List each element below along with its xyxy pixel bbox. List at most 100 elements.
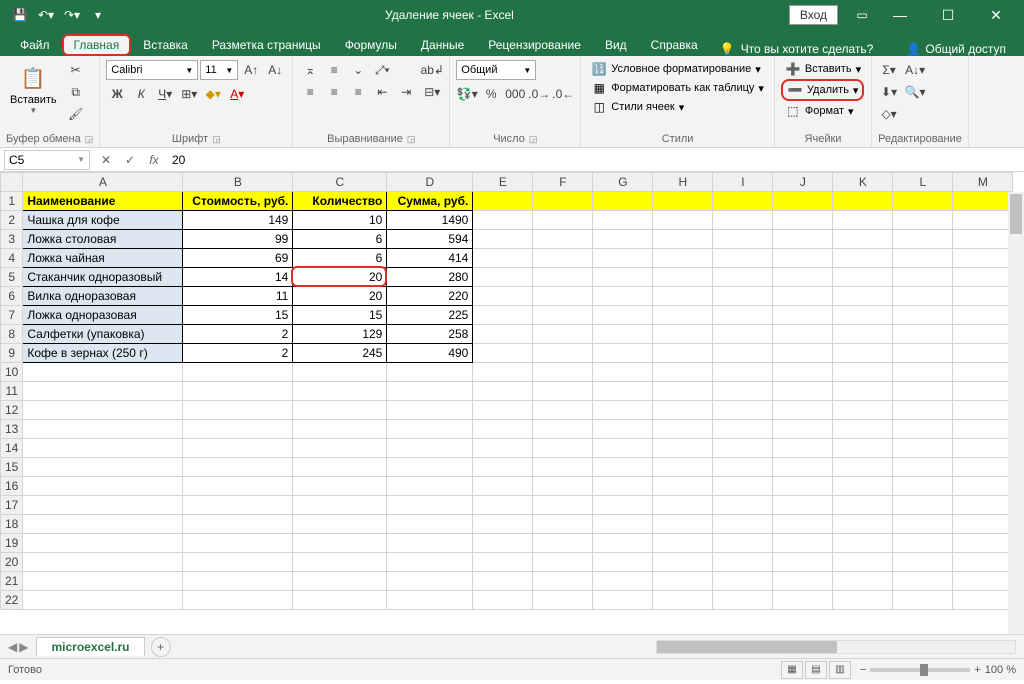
row-header[interactable]: 12 xyxy=(1,401,23,420)
row-header[interactable]: 16 xyxy=(1,477,23,496)
sort-filter-icon[interactable]: A↓▾ xyxy=(904,60,926,80)
decrease-font-icon[interactable]: A↓ xyxy=(264,60,286,80)
vertical-scrollbar[interactable] xyxy=(1008,192,1024,634)
view-page-break-icon[interactable]: ▥ xyxy=(829,661,851,679)
zoom-out-icon[interactable]: − xyxy=(860,664,866,676)
share-button[interactable]: 👤Общий доступ xyxy=(896,42,1016,56)
row-header[interactable]: 10 xyxy=(1,363,23,382)
indent-decrease-icon[interactable]: ⇤ xyxy=(371,82,393,102)
col-header[interactable]: F xyxy=(533,173,593,192)
comma-icon[interactable]: 000 xyxy=(504,84,526,104)
enter-formula-icon[interactable]: ✓ xyxy=(118,153,142,167)
format-painter-icon[interactable]: 🖌 xyxy=(65,104,87,124)
dialog-launcher-icon[interactable]: ◲ xyxy=(407,134,416,145)
row-header[interactable]: 4 xyxy=(1,249,23,268)
underline-icon[interactable]: Ч▾ xyxy=(154,84,176,104)
save-icon[interactable]: 💾 xyxy=(8,3,32,27)
increase-decimal-icon[interactable]: .0→ xyxy=(528,84,550,104)
tab-home[interactable]: Главная xyxy=(62,34,132,56)
view-page-layout-icon[interactable]: ▤ xyxy=(805,661,827,679)
row-header[interactable]: 1 xyxy=(1,192,23,211)
col-header[interactable]: I xyxy=(713,173,773,192)
format-as-table-button[interactable]: ▦Форматировать как таблицу▾ xyxy=(587,79,768,97)
sheet-tab[interactable]: microexcel.ru xyxy=(36,637,144,656)
col-header[interactable]: G xyxy=(593,173,653,192)
row-header[interactable]: 22 xyxy=(1,591,23,610)
tab-insert[interactable]: Вставка xyxy=(131,34,200,56)
col-header[interactable]: B xyxy=(183,173,293,192)
row-header[interactable]: 13 xyxy=(1,420,23,439)
col-header[interactable]: D xyxy=(387,173,473,192)
fill-icon[interactable]: ⬇▾ xyxy=(878,82,900,102)
col-header[interactable]: H xyxy=(653,173,713,192)
zoom-control[interactable]: − + 100 % xyxy=(860,664,1016,676)
col-header[interactable]: E xyxy=(473,173,533,192)
tab-view[interactable]: Вид xyxy=(593,34,639,56)
tab-layout[interactable]: Разметка страницы xyxy=(200,34,333,56)
dialog-launcher-icon[interactable]: ◲ xyxy=(212,134,221,145)
fx-icon[interactable]: fx xyxy=(142,153,166,167)
cut-icon[interactable]: ✂ xyxy=(65,60,87,80)
row-header[interactable]: 19 xyxy=(1,534,23,553)
redo-icon[interactable]: ↷▾ xyxy=(60,3,84,27)
row-header[interactable]: 3 xyxy=(1,230,23,249)
row-header[interactable]: 21 xyxy=(1,572,23,591)
col-header[interactable]: M xyxy=(953,173,1013,192)
ribbon-options-icon[interactable]: ▭ xyxy=(852,5,872,25)
row-header[interactable]: 15 xyxy=(1,458,23,477)
align-middle-icon[interactable]: ≡ xyxy=(323,60,345,80)
maximize-icon[interactable]: ☐ xyxy=(928,3,968,27)
cell-styles-button[interactable]: ◫Стили ячеек▾ xyxy=(587,98,688,116)
align-right-icon[interactable]: ≡ xyxy=(347,82,369,102)
align-left-icon[interactable]: ≡ xyxy=(299,82,321,102)
row-header[interactable]: 14 xyxy=(1,439,23,458)
zoom-slider[interactable] xyxy=(870,668,970,672)
format-cells-button[interactable]: ⬚Формат▾ xyxy=(781,102,858,120)
tab-nav-prev-icon[interactable]: ◀ xyxy=(8,640,17,654)
delete-cells-button[interactable]: ➖Удалить▾ xyxy=(781,79,865,101)
conditional-formatting-button[interactable]: 🔢Условное форматирование▾ xyxy=(587,60,764,78)
row-header[interactable]: 5 xyxy=(1,268,23,287)
col-header[interactable]: J xyxy=(773,173,833,192)
row-header[interactable]: 11 xyxy=(1,382,23,401)
align-center-icon[interactable]: ≡ xyxy=(323,82,345,102)
row-header[interactable]: 18 xyxy=(1,515,23,534)
fill-color-icon[interactable]: ◆▾ xyxy=(202,84,224,104)
signin-button[interactable]: Вход xyxy=(789,5,838,25)
qat-customize-icon[interactable]: ▾ xyxy=(86,3,110,27)
tab-file[interactable]: Файл xyxy=(8,34,62,56)
autosum-icon[interactable]: Σ▾ xyxy=(878,60,900,80)
italic-icon[interactable]: К xyxy=(130,84,152,104)
minimize-icon[interactable]: — xyxy=(880,3,920,27)
tell-me[interactable]: 💡Что вы хотите сделать? xyxy=(710,42,884,56)
name-box[interactable]: C5▼ xyxy=(4,150,90,170)
wrap-text-icon[interactable]: ab↲ xyxy=(421,60,443,80)
align-top-icon[interactable]: ⌅ xyxy=(299,60,321,80)
font-size-combo[interactable]: 11▼ xyxy=(200,60,238,80)
dialog-launcher-icon[interactable]: ◲ xyxy=(85,134,94,145)
copy-icon[interactable]: ⧉ xyxy=(65,82,87,102)
decrease-decimal-icon[interactable]: .0← xyxy=(552,84,574,104)
new-sheet-button[interactable]: + xyxy=(151,637,171,657)
col-header[interactable]: A xyxy=(23,173,183,192)
row-header[interactable]: 9 xyxy=(1,344,23,363)
number-format-combo[interactable]: Общий▼ xyxy=(456,60,536,80)
tab-nav-next-icon[interactable]: ▶ xyxy=(19,640,28,654)
cancel-formula-icon[interactable]: ✕ xyxy=(94,153,118,167)
paste-button[interactable]: 📋 Вставить ▼ xyxy=(6,60,61,117)
row-header[interactable]: 17 xyxy=(1,496,23,515)
tab-data[interactable]: Данные xyxy=(409,34,476,56)
insert-cells-button[interactable]: ➕Вставить▾ xyxy=(781,60,865,78)
border-icon[interactable]: ⊞▾ xyxy=(178,84,200,104)
indent-increase-icon[interactable]: ⇥ xyxy=(395,82,417,102)
font-name-combo[interactable]: Calibri▼ xyxy=(106,60,198,80)
close-icon[interactable]: ✕ xyxy=(976,3,1016,27)
undo-icon[interactable]: ↶▾ xyxy=(34,3,58,27)
grid[interactable]: ABCDEFGHIJKLM1НаименованиеСтоимость, руб… xyxy=(0,172,1013,610)
dialog-launcher-icon[interactable]: ◲ xyxy=(529,134,538,145)
align-bottom-icon[interactable]: ⌄ xyxy=(347,60,369,80)
row-header[interactable]: 7 xyxy=(1,306,23,325)
bold-icon[interactable]: Ж xyxy=(106,84,128,104)
tab-review[interactable]: Рецензирование xyxy=(476,34,593,56)
row-header[interactable]: 6 xyxy=(1,287,23,306)
